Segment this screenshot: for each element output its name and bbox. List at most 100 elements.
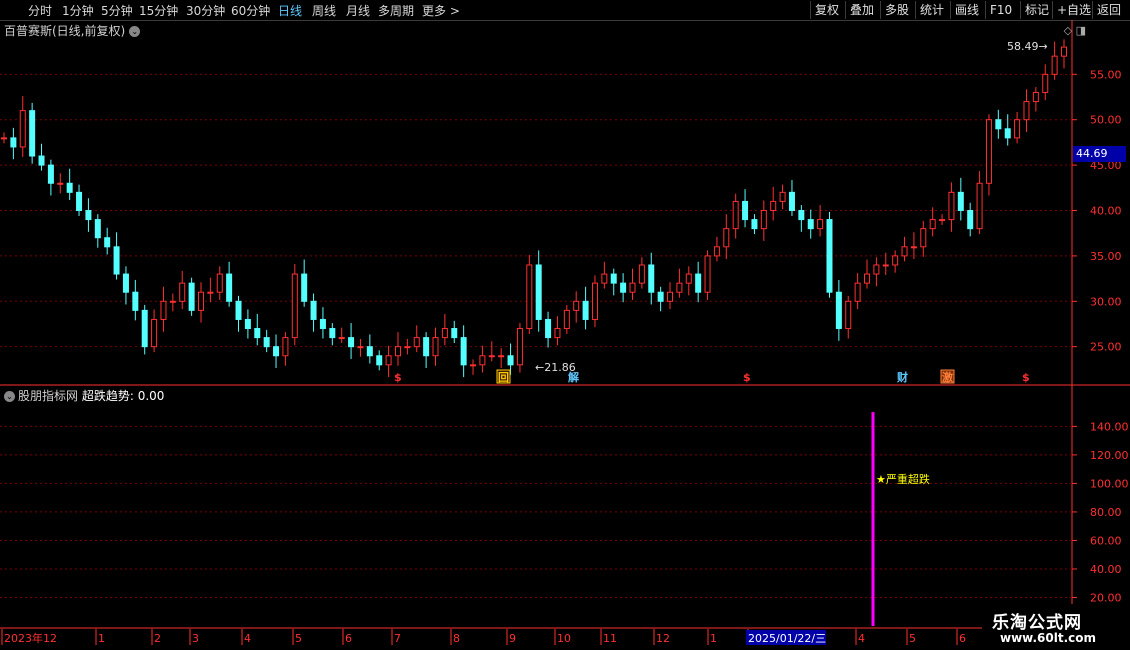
candle-body [516,328,523,366]
candle-body [742,200,749,221]
event-marker: $ [394,371,402,384]
candle-body [441,328,448,339]
candle-body [310,300,317,320]
candle-body [104,237,111,248]
watermark-url: www.60lt.com [1000,631,1097,645]
stock-chart[interactable]: 25.0030.0035.0040.0045.0050.0055.0058.49… [0,0,1130,650]
candle-body [207,291,214,294]
candle-body [835,291,842,330]
candle-body [610,273,617,284]
candle-body [273,346,280,357]
date-label: 8 [453,632,460,645]
indicator-tick-label: 100.00 [1090,477,1129,490]
candle-body [985,119,992,184]
candle-body [226,273,233,302]
candle-body [479,355,486,366]
price-tick-label: 25.00 [1090,341,1122,354]
candle-body [451,328,458,339]
candle-body [376,355,383,366]
indicator-tick-label: 140.00 [1090,420,1129,433]
candle-body [1023,101,1030,121]
candle-body [216,273,223,293]
candle-body [329,328,336,339]
date-label: 7 [394,632,401,645]
indicator-tick-label: 20.00 [1090,591,1122,604]
candle-body [685,273,692,284]
candle-body [779,191,786,202]
date-label-highlight: 2025/01/22/三 [748,632,826,645]
candle-body [151,318,158,348]
chevron-down-icon[interactable]: ⌄ [4,391,15,402]
date-label: 11 [603,632,617,645]
candle-body [695,273,702,293]
candle-body [601,273,608,284]
candle-body [460,337,467,366]
candle-body [704,255,711,293]
candle-body [620,282,627,293]
candle-body [1061,46,1067,57]
date-label: 4 [244,632,251,645]
candle-body [948,191,955,221]
date-label: 2 [154,632,161,645]
candle-body [920,228,927,248]
candle-body [751,219,758,230]
high-price-label: 58.49→ [1007,40,1048,53]
candle-body [667,291,674,302]
date-label: 12 [656,632,670,645]
candle-body [573,300,580,311]
candle-body [788,191,795,211]
candle-body [113,246,120,275]
candle-body [301,273,308,302]
candle-body [423,337,430,357]
candle-body [76,191,83,211]
date-label: 4 [858,632,865,645]
candle-body [545,318,552,339]
candle-body [535,264,542,320]
date-label: 6 [959,632,966,645]
candle-body [854,282,861,302]
date-label: 1 [710,632,717,645]
price-tick-label: 40.00 [1090,205,1122,218]
candle-body [160,300,167,320]
candle-body [817,219,824,230]
candle-body [648,264,655,293]
candle-body [366,346,373,357]
candle-body [939,219,946,222]
event-marker: $ [1022,371,1030,384]
candle-body [929,219,936,230]
candle-body [357,346,364,349]
candle-body [385,355,392,366]
candle-body [404,346,411,349]
event-marker: 财 [896,370,908,384]
candle-body [85,210,92,221]
indicator-tick-label: 80.00 [1090,506,1122,519]
candle-body [638,264,645,284]
candle-body [66,182,73,193]
date-label: 5 [909,632,916,645]
candle-body [873,264,880,275]
candle-body [47,164,54,184]
indicator-title[interactable]: ⌄ 股朋指标网 超跌趋势: 0.00 [4,387,164,404]
candle-body [291,273,298,339]
candle-body [976,182,983,230]
candle-body [413,337,420,348]
date-label: 1 [98,632,105,645]
candle-body [498,355,505,358]
candle-body [629,282,636,293]
candle-body [760,210,767,230]
current-price-tag: 44.69 [1073,146,1126,162]
date-label: 10 [557,632,571,645]
candle-body [38,155,45,166]
candle-body [132,291,139,311]
indicator-tick-label: 120.00 [1090,449,1129,462]
date-label: 5 [295,632,302,645]
candle-body [141,309,148,348]
candle-body [1014,119,1021,139]
event-marker: $ [743,371,751,384]
candle-body [554,328,561,339]
candle-body [732,200,739,230]
candle-body [657,291,664,302]
candle-body [10,137,17,148]
indicator-tick-label: 40.00 [1090,563,1122,576]
candle-body [197,291,204,311]
